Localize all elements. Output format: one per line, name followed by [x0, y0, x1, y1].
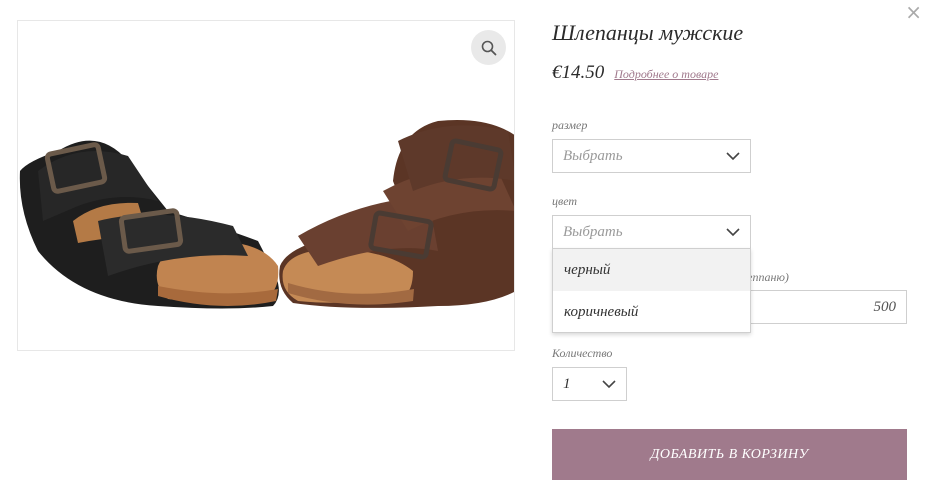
chevron-down-icon: [726, 227, 740, 236]
color-label: цвет: [552, 194, 578, 208]
product-image-frame: [17, 20, 515, 351]
amount-input[interactable]: 500: [740, 290, 907, 324]
product-image[interactable]: [18, 21, 515, 351]
size-select[interactable]: Выбрать: [552, 139, 751, 173]
close-button[interactable]: ×: [905, 2, 922, 22]
black-sandal-image: [19, 140, 279, 309]
chevron-down-icon: [726, 151, 740, 160]
color-select-value: Выбрать: [563, 223, 623, 240]
quantity-label: Количество: [552, 346, 613, 360]
size-select-value: Выбрать: [563, 147, 623, 164]
color-option-black[interactable]: черный: [553, 249, 750, 291]
product-price: €14.50: [552, 62, 605, 83]
chevron-down-icon: [602, 379, 616, 388]
size-label: размер: [552, 118, 588, 132]
add-to-cart-button[interactable]: ДОБАВИТЬ В КОРЗИНУ: [552, 429, 907, 480]
color-select[interactable]: Выбрать: [552, 215, 751, 249]
color-option-brown[interactable]: коричневый: [553, 291, 750, 333]
price-row: €14.50 Подробнее о товаре: [552, 62, 718, 84]
zoom-button[interactable]: [471, 30, 506, 65]
quantity-select-value: 1: [563, 375, 571, 392]
zoom-icon: [481, 40, 496, 55]
amount-input-value: 500: [873, 298, 897, 315]
product-details-link[interactable]: Подробнее о товаре: [614, 67, 718, 82]
product-title: Шлепанцы мужские: [552, 20, 744, 45]
color-dropdown: черный коричневый: [552, 248, 751, 333]
quantity-select[interactable]: 1: [552, 367, 627, 401]
brown-sandal-image: [279, 120, 514, 308]
